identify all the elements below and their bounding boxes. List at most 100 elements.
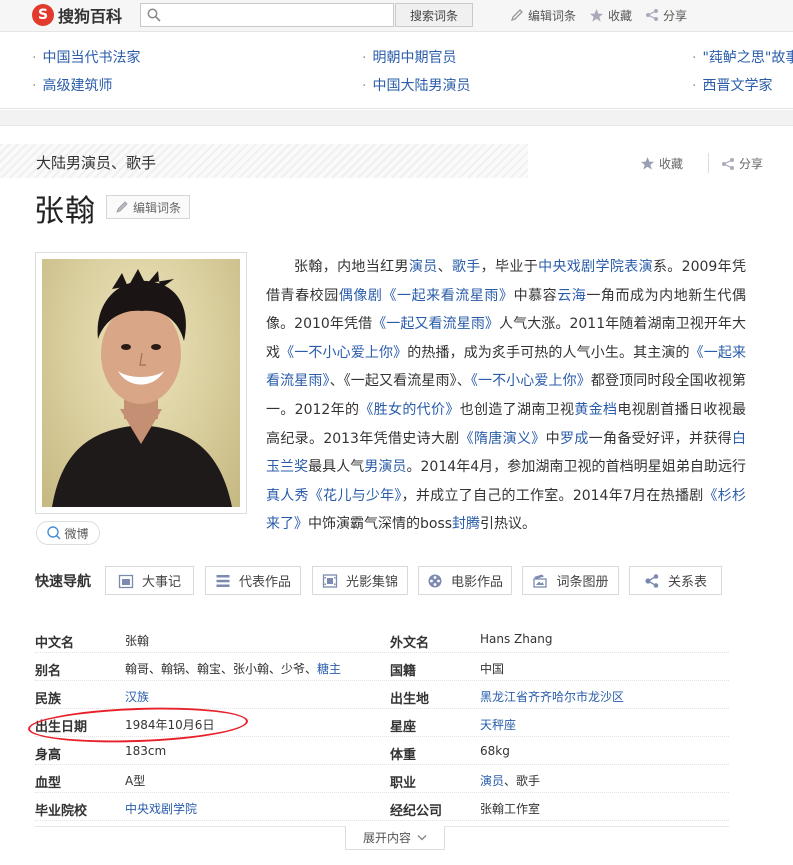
calendar-icon bbox=[118, 574, 134, 588]
share-icon bbox=[646, 9, 658, 21]
info-value-link[interactable]: 糖主 bbox=[317, 662, 341, 676]
info-value-link[interactable]: 演员 bbox=[480, 774, 504, 788]
info-value-text: 1984年10月6日 bbox=[125, 718, 215, 732]
info-value-text: 张翰工作室 bbox=[480, 802, 541, 816]
info-value: A型 bbox=[125, 772, 145, 789]
info-key: 体重 bbox=[390, 748, 417, 763]
related-link[interactable]: 中国当代书法家 bbox=[32, 47, 140, 67]
related-link[interactable]: 高级建筑师 bbox=[32, 75, 112, 95]
info-key: 国籍 bbox=[390, 664, 417, 679]
summary-link[interactable]: 《一不小心爱上你》 bbox=[471, 373, 591, 389]
sogou-baike-logo[interactable]: S 搜狗百科 bbox=[32, 3, 122, 27]
summary-link[interactable]: 《一起又看流星雨》 bbox=[372, 316, 499, 332]
quick-nav-works[interactable]: 代表作品 bbox=[205, 566, 301, 595]
edit-entry-label: 编辑词条 bbox=[132, 200, 181, 215]
favorite-label: 收藏 bbox=[659, 157, 684, 171]
weibo-label: 微博 bbox=[64, 526, 89, 541]
summary-link[interactable]: 封腾 bbox=[452, 516, 480, 532]
info-key: 血型 bbox=[35, 776, 62, 791]
portrait-image bbox=[42, 259, 240, 507]
share-label: 分享 bbox=[739, 157, 764, 171]
info-value-text: 68kg bbox=[480, 744, 510, 758]
summary-link[interactable]: 罗成 bbox=[560, 431, 589, 447]
summary-link[interactable]: 《一起来看流星雨》 bbox=[383, 288, 514, 304]
summary-link[interactable]: 男演员 bbox=[364, 459, 406, 475]
top-favorite-label: 收藏 bbox=[608, 8, 633, 23]
related-categories: 中国当代书法家 高级建筑师 明朝中期官员 中国大陆男演员 "莼鲈之思"故事 西晋… bbox=[0, 33, 793, 109]
summary-text: 最具人气 bbox=[308, 459, 365, 476]
summary-link[interactable]: 《胜女的代价》 bbox=[359, 402, 459, 418]
info-value-link[interactable]: 天秤座 bbox=[480, 718, 516, 732]
info-key: 职业 bbox=[390, 776, 417, 791]
quick-nav-timeline[interactable]: 大事记 bbox=[105, 566, 194, 595]
summary-link[interactable]: 《一不小心爱上你》 bbox=[280, 345, 407, 361]
quick-nav-relations[interactable]: 关系表 bbox=[629, 566, 722, 595]
summary-text: ，毕业于 bbox=[480, 259, 539, 275]
share-button[interactable]: 分享 bbox=[721, 155, 763, 172]
search-box[interactable] bbox=[140, 3, 394, 27]
share-icon bbox=[722, 157, 734, 170]
summary-text: 也创造了湖南卫视 bbox=[459, 401, 575, 418]
info-value-link[interactable]: 汉族 bbox=[125, 690, 149, 704]
quick-nav-films[interactable]: 电影作品 bbox=[418, 566, 512, 595]
summary-link[interactable]: 中央戏剧学院表演 bbox=[538, 259, 653, 275]
related-link[interactable]: 西晋文学家 bbox=[692, 75, 772, 95]
related-link[interactable]: "莼鲈之思"故事 bbox=[692, 47, 793, 67]
info-value: 中央戏剧学院 bbox=[125, 800, 197, 817]
info-value: 183cm bbox=[125, 744, 166, 758]
info-value: 中国 bbox=[480, 660, 504, 677]
summary-link[interactable]: 黄金档 bbox=[574, 402, 617, 418]
info-row: 中文名 张翰 外文名 Hans Zhang bbox=[35, 625, 729, 653]
portrait-photo[interactable] bbox=[35, 252, 247, 514]
quick-nav-album-label: 词条图册 bbox=[556, 575, 609, 590]
info-value-link[interactable]: 中央戏剧学院 bbox=[125, 802, 197, 816]
quick-nav-gallery[interactable]: 光影集锦 bbox=[312, 566, 408, 595]
summary-link[interactable]: 《隋唐演义》 bbox=[460, 431, 546, 447]
search-button[interactable]: 搜索词条 bbox=[395, 3, 473, 27]
quick-nav-gallery-label: 光影集锦 bbox=[345, 575, 398, 590]
info-row: 出生日期 1984年10月6日 星座 天秤座 bbox=[35, 709, 729, 737]
info-value-text: 中国 bbox=[480, 662, 505, 676]
summary-text: 中慕容 bbox=[513, 287, 558, 304]
top-share-button[interactable]: 分享 bbox=[645, 6, 687, 24]
summary-link[interactable]: 偶像剧 bbox=[339, 288, 383, 304]
quick-nav-album[interactable]: 词条图册 bbox=[522, 566, 619, 595]
summary-text: 中 bbox=[545, 430, 560, 447]
info-value-text: A型 bbox=[125, 774, 146, 788]
expand-content-button[interactable]: 展开内容 bbox=[345, 826, 445, 850]
summary-link[interactable]: 歌手 bbox=[452, 259, 481, 275]
quick-nav-relations-label: 关系表 bbox=[667, 575, 707, 590]
expand-label: 展开内容 bbox=[362, 831, 411, 845]
summary-link[interactable]: 云海 bbox=[557, 288, 586, 304]
info-value: 张翰工作室 bbox=[480, 800, 540, 817]
info-key: 出生日期 bbox=[35, 720, 88, 735]
info-row: 身高 183cm 体重 68kg bbox=[35, 737, 729, 765]
info-value-text: 张翰 bbox=[125, 634, 150, 648]
summary-text: 、 bbox=[437, 259, 452, 275]
portrait-illustration bbox=[52, 269, 232, 507]
summary-text: 。2014年4月，参加湖南卫视的首档明星姐弟自助远行 bbox=[406, 459, 747, 476]
entry-summary: 张翰，内地当红男演员、歌手，毕业于中央戏剧学院表演系。2009年凭借青春校园偶像… bbox=[266, 253, 746, 539]
star-icon bbox=[640, 156, 655, 170]
weibo-button[interactable]: 微博 bbox=[36, 521, 100, 545]
summary-link[interactable]: 真人秀 bbox=[266, 488, 309, 504]
info-key: 别名 bbox=[35, 664, 62, 679]
edit-entry-button[interactable]: 编辑词条 bbox=[106, 195, 190, 219]
info-value: 天秤座 bbox=[480, 716, 516, 733]
related-link[interactable]: 明朝中期官员 bbox=[362, 47, 456, 67]
favorite-button[interactable]: 收藏 bbox=[640, 155, 683, 172]
info-value-text: 翰哥、翰锅、翰宝、张小翰、少爷、 bbox=[125, 662, 318, 676]
search-input[interactable] bbox=[165, 6, 389, 24]
info-row: 毕业院校 中央戏剧学院 经纪公司 张翰工作室 bbox=[35, 793, 729, 821]
info-value-text: 、歌手 bbox=[504, 774, 541, 788]
info-value: 黑龙江省齐齐哈尔市龙沙区 bbox=[480, 688, 624, 705]
summary-text: 张翰，内地当红男 bbox=[294, 259, 409, 275]
summary-link[interactable]: 《花儿与少年》 bbox=[309, 488, 402, 504]
info-key: 星座 bbox=[390, 720, 417, 735]
related-link[interactable]: 中国大陆男演员 bbox=[362, 75, 470, 95]
info-value: 汉族 bbox=[125, 688, 149, 705]
top-favorite-button[interactable]: 收藏 bbox=[589, 6, 632, 24]
summary-link[interactable]: 演员 bbox=[409, 259, 438, 275]
top-edit-entry-button[interactable]: 编辑词条 bbox=[510, 6, 576, 24]
info-value-link[interactable]: 黑龙江省齐齐哈尔市龙沙区 bbox=[480, 690, 624, 704]
